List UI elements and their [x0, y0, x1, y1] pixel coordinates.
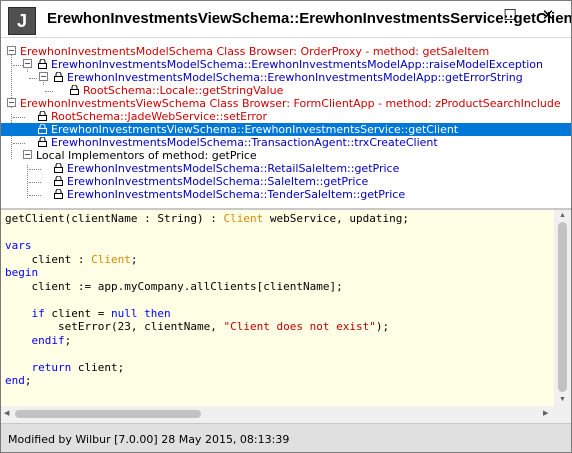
minimize-button[interactable]: – — [463, 1, 493, 29]
code-line[interactable]: ​ — [5, 293, 409, 307]
code-line[interactable]: ​ — [5, 226, 409, 240]
code-line[interactable]: setError(23, clientName, "Client does no… — [5, 320, 409, 334]
tree-node[interactable]: ErewhonInvestmentsModelSchema::ErewhonIn… — [51, 58, 543, 71]
status-text: Modified by Wilbur [7.0.00] 28 May 2015,… — [8, 433, 290, 446]
code-line[interactable]: client := app.myCompany.allClients[clien… — [5, 280, 409, 294]
tree-node-selected[interactable]: ErewhonInvestmentsViewSchema::ErewhonInv… — [51, 123, 458, 136]
vertical-scroll-thumb[interactable] — [558, 222, 567, 392]
code-line[interactable]: return client; — [5, 361, 409, 375]
code-line[interactable]: getClient(clientName : String) : Client … — [5, 212, 409, 226]
method-lock-icon — [38, 111, 47, 121]
code-text[interactable]: getClient(clientName : String) : Client … — [5, 212, 409, 388]
code-line[interactable]: endif; — [5, 334, 409, 348]
scroll-down-arrow-icon[interactable]: ▼ — [559, 396, 566, 404]
code-line[interactable]: begin — [5, 266, 409, 280]
method-lock-icon — [38, 137, 47, 147]
code-line[interactable]: client : Client; — [5, 253, 409, 267]
scroll-right-arrow-icon[interactable]: ▶ — [543, 410, 548, 418]
tree-node[interactable]: ErewhonInvestmentsModelSchema::Transacti… — [51, 136, 438, 149]
collapse-toggle[interactable]: − — [23, 59, 32, 68]
tree-node[interactable]: ErewhonInvestmentsModelSchema::TenderSal… — [67, 188, 405, 201]
tree-connector — [29, 78, 37, 79]
tree-node[interactable]: ErewhonInvestmentsViewSchema Class Brows… — [20, 97, 561, 110]
tree-connector — [11, 114, 12, 159]
method-lock-icon — [38, 59, 47, 69]
tree-node[interactable]: ErewhonInvestmentsModelSchema::ErewhonIn… — [67, 71, 523, 84]
collapse-toggle[interactable]: − — [7, 46, 16, 55]
title-bar[interactable]: J ErewhonInvestmentsViewSchema::ErewhonI… — [1, 1, 571, 37]
method-lock-icon — [54, 176, 63, 186]
scrollbar-corner — [554, 406, 571, 422]
code-line[interactable]: ​ — [5, 347, 409, 361]
tree-node[interactable]: ErewhonInvestmentsModelSchema::SaleItem:… — [67, 175, 368, 188]
tree-node[interactable]: RootSchema::Locale::getStringValue — [83, 84, 283, 97]
code-line[interactable]: if client = null then — [5, 307, 409, 321]
collapse-toggle[interactable]: − — [39, 72, 48, 81]
window-title: ErewhonInvestmentsViewSchema::ErewhonInv… — [47, 10, 572, 27]
code-line[interactable]: end; — [5, 374, 409, 388]
method-browser-window: J ErewhonInvestmentsViewSchema::ErewhonI… — [0, 0, 572, 453]
method-lock-icon — [70, 85, 79, 95]
maximize-button[interactable]: ☐ — [495, 1, 525, 29]
scroll-up-arrow-icon[interactable]: ▲ — [559, 212, 566, 220]
tree-connector — [13, 117, 25, 118]
method-lock-icon — [54, 189, 63, 199]
close-button[interactable]: ✕ — [525, 1, 571, 29]
status-bar: Modified by Wilbur [7.0.00] 28 May 2015,… — [1, 423, 571, 452]
tree-connector — [29, 195, 41, 196]
collapse-toggle[interactable]: − — [7, 98, 16, 107]
tree-node[interactable]: ErewhonInvestmentsModelSchema Class Brow… — [20, 45, 489, 58]
scroll-left-arrow-icon[interactable]: ◀ — [4, 410, 9, 418]
tree-connector — [45, 91, 53, 92]
code-editor[interactable]: getClient(clientName : String) : Client … — [1, 210, 571, 422]
tree-connector — [13, 143, 25, 144]
tree-connector — [29, 169, 41, 170]
tree-node[interactable]: ErewhonInvestmentsModelSchema::RetailSal… — [67, 162, 399, 175]
method-lock-icon — [54, 72, 63, 82]
vertical-scrollbar[interactable]: ▲ ▼ — [554, 210, 571, 406]
tree-node[interactable]: Local Implementors of method: getPrice — [36, 149, 257, 162]
tree-connector — [27, 165, 28, 198]
collapse-toggle[interactable]: − — [23, 150, 32, 159]
jade-app-icon: J — [8, 7, 36, 35]
tree-node[interactable]: RootSchema::JadeWebService::setError — [51, 110, 267, 123]
method-lock-icon — [38, 124, 47, 134]
code-line[interactable]: vars — [5, 239, 409, 253]
tree-connector — [29, 182, 41, 183]
horizontal-scroll-thumb[interactable] — [15, 410, 201, 418]
method-lock-icon — [54, 163, 63, 173]
call-tree[interactable]: − ErewhonInvestmentsModelSchema Class Br… — [1, 37, 571, 209]
horizontal-scrollbar[interactable]: ◀ ▶ — [1, 406, 554, 422]
